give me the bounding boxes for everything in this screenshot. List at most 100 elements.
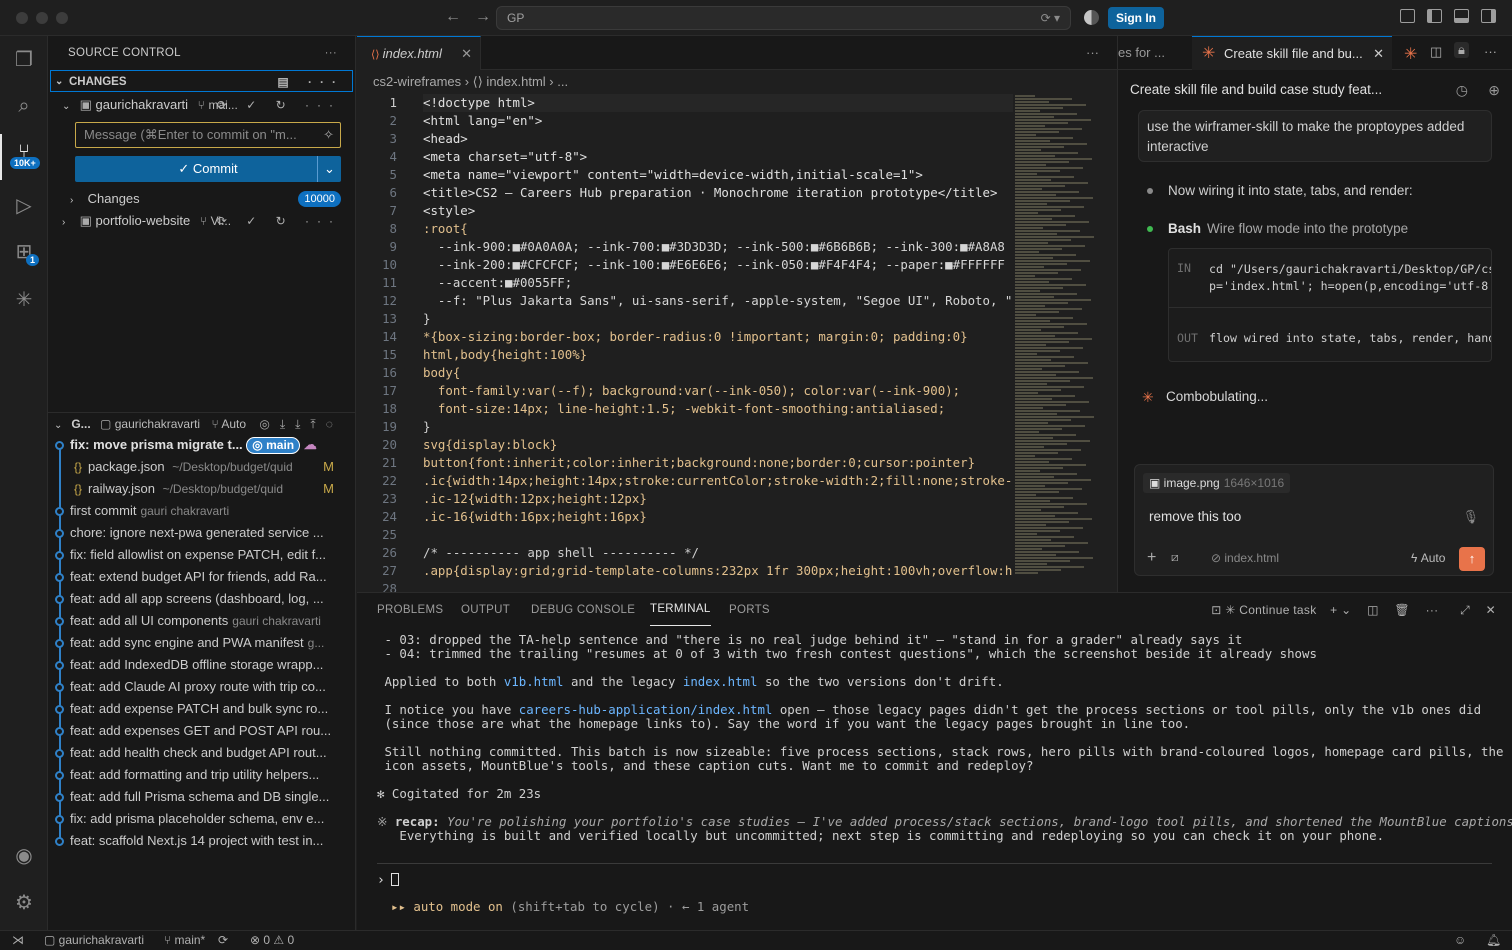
graph-header[interactable]: ⌄ G... ▢ gaurichakravarti ⑂ Auto ◎⤓⤓⤒◌ bbox=[48, 412, 356, 434]
graph-commit-row[interactable]: feat: add Claude AI proxy route with tri… bbox=[48, 676, 348, 698]
repo-row[interactable]: ⌄ ▣ gaurichakravarti ⑂ mai... ⟳ ✓ ↻ ··· bbox=[48, 94, 355, 116]
tab-ports[interactable]: PORTS bbox=[729, 593, 770, 627]
copilot-icon[interactable] bbox=[1084, 10, 1099, 25]
file-link[interactable]: careers-hub-application/index.html bbox=[519, 702, 773, 717]
search-icon[interactable]: ⌕ bbox=[12, 94, 36, 118]
continue-task-label[interactable]: Continue task bbox=[1239, 603, 1316, 617]
account-status[interactable]: ▢ gaurichakravarti bbox=[44, 931, 144, 950]
graph-commit-row[interactable]: feat: add all UI components gauri chakrav… bbox=[48, 610, 348, 632]
branch-pill-main[interactable]: ◎ main bbox=[246, 437, 301, 454]
claude-icon[interactable]: ✳ bbox=[12, 288, 36, 312]
minimize-window-button[interactable] bbox=[36, 12, 48, 24]
tab-terminal[interactable]: TERMINAL bbox=[650, 593, 711, 626]
tab-previous-chat[interactable]: es for ... bbox=[1118, 36, 1190, 70]
bash-tool-call[interactable]: Bash Wire flow mode into the prototype bbox=[1118, 218, 1512, 240]
problems-status[interactable]: ⊗ 0 ⚠ 0 bbox=[250, 931, 294, 950]
new-claude-tab-icon[interactable]: ✳ bbox=[1404, 44, 1417, 64]
mode-selector[interactable]: ϟ Auto bbox=[1411, 551, 1445, 565]
repo-actions[interactable]: ⟳ ✓ ↻ ··· bbox=[217, 94, 341, 116]
toggle-sidebar-icon[interactable] bbox=[1427, 9, 1442, 23]
maximize-panel-icon[interactable]: ⤢ bbox=[1460, 603, 1470, 617]
graph-commit-row[interactable]: feat: add formatting and trip utility he… bbox=[48, 764, 348, 786]
graph-commit-row[interactable]: fix: move prisma migrate t... ◎ main ☁ bbox=[48, 434, 348, 456]
graph-commit-row[interactable]: feat: scaffold Next.js 14 project with t… bbox=[48, 830, 348, 852]
history-icon[interactable]: ◷ bbox=[1456, 70, 1468, 110]
explorer-icon[interactable]: ❐ bbox=[12, 48, 36, 72]
sync-icon[interactable]: ⟳ bbox=[218, 931, 228, 950]
branch-status[interactable]: ⑂ main* bbox=[164, 931, 205, 950]
sparkle-icon[interactable]: ✧ bbox=[323, 123, 334, 147]
code-area[interactable]: 1 <!doctype html> 2 <html lang="en"> 3 <head>… bbox=[357, 94, 1013, 592]
changed-file-row[interactable]: {} railway.json ~/Desktop/budget/quid M bbox=[48, 478, 348, 500]
commit-message-input[interactable]: Message (⌘Enter to commit on "m... ✧ bbox=[75, 122, 341, 148]
changes-group-row[interactable]: › Changes 10000 bbox=[48, 188, 355, 210]
terminal-output[interactable]: - 03: dropped the TA-help sentence and "… bbox=[377, 633, 1512, 843]
section-actions[interactable]: ▤ ··· bbox=[277, 71, 344, 91]
attachment-chip[interactable]: ▣ image.png 1646×1016 bbox=[1143, 473, 1291, 493]
trash-icon[interactable]: 🗑︎ bbox=[1394, 603, 1410, 617]
repo-actions[interactable]: ⟳ ✓ ↻ ··· bbox=[217, 210, 341, 232]
sign-in-button[interactable]: Sign In bbox=[1108, 7, 1164, 29]
graph-commit-row[interactable]: feat: extend budget API for friends, add… bbox=[48, 566, 348, 588]
tab-problems[interactable]: PROBLEMS bbox=[377, 593, 443, 627]
run-debug-icon[interactable]: ▷ bbox=[12, 194, 36, 218]
graph-commit-row[interactable]: feat: add expense PATCH and bulk sync ro… bbox=[48, 698, 348, 720]
graph-commit-row[interactable]: feat: add expenses GET and POST API rou.… bbox=[48, 720, 348, 742]
breadcrumb[interactable]: cs2-wireframes › ⟨⟩ index.html › ... bbox=[357, 70, 1117, 94]
more-icon[interactable]: ··· bbox=[1426, 603, 1439, 617]
minimap[interactable] bbox=[1015, 94, 1103, 592]
customize-layout-icon[interactable] bbox=[1400, 9, 1415, 23]
split-icon[interactable]: ◫ bbox=[1430, 44, 1442, 60]
file-link[interactable]: index.html bbox=[683, 674, 758, 689]
settings-gear-icon[interactable]: ⚙ bbox=[12, 891, 36, 915]
commit-button[interactable]: ✓ Commit ⌄ bbox=[75, 156, 341, 182]
zoom-window-button[interactable] bbox=[56, 12, 68, 24]
commit-dropdown-icon[interactable]: ⌄ bbox=[317, 156, 341, 182]
changed-file-row[interactable]: {} package.json ~/Desktop/budget/quid M bbox=[48, 456, 348, 478]
repo-row[interactable]: › ▣ portfolio-website ⑂ Vi... ⟳ ✓ ↻ ··· bbox=[48, 210, 355, 232]
graph-commit-row[interactable]: feat: add sync engine and PWA manifest g.… bbox=[48, 632, 348, 654]
graph-commit-row[interactable]: feat: add all app screens (dashboard, lo… bbox=[48, 588, 348, 610]
bell-icon[interactable]: 🔔︎ bbox=[1486, 931, 1501, 950]
close-panel-icon[interactable]: ✕ bbox=[1486, 603, 1496, 617]
graph-commit-row[interactable]: fix: add prisma placeholder schema, env … bbox=[48, 808, 348, 830]
graph-commit-row[interactable]: feat: add health check and budget API ro… bbox=[48, 742, 348, 764]
terminal-prompt[interactable]: › bbox=[377, 873, 399, 888]
chat-dropdown-icon[interactable]: ⟳ ▾ bbox=[1041, 7, 1060, 29]
back-arrow-icon[interactable]: ← bbox=[445, 8, 461, 26]
graph-branch[interactable]: Auto bbox=[221, 417, 246, 431]
add-icon[interactable]: + bbox=[1147, 549, 1156, 567]
command-center-search[interactable]: GP ⟳ ▾ bbox=[496, 6, 1071, 30]
editor-more-icon[interactable]: ··· bbox=[1086, 36, 1099, 70]
more-icon[interactable]: ··· bbox=[1484, 44, 1497, 59]
changes-section-header[interactable]: ⌄ CHANGES ▤ ··· bbox=[50, 70, 353, 92]
new-chat-icon[interactable]: ⊕ bbox=[1488, 70, 1500, 110]
graph-commit-row[interactable]: feat: add full Prisma schema and DB sing… bbox=[48, 786, 348, 808]
tab-output[interactable]: OUTPUT bbox=[461, 593, 510, 627]
remote-icon[interactable]: ⋊ bbox=[12, 931, 24, 950]
close-window-button[interactable] bbox=[16, 12, 28, 24]
toggle-panel-icon[interactable] bbox=[1454, 9, 1469, 23]
graph-commit-row[interactable]: feat: add IndexedDB offline storage wrap… bbox=[48, 654, 348, 676]
close-icon[interactable]: ✕ bbox=[461, 37, 472, 71]
graph-commit-row[interactable]: first commit gauri chakravarti bbox=[48, 500, 348, 522]
microphone-icon[interactable]: 🎙︎ bbox=[1462, 509, 1479, 525]
more-actions-icon[interactable]: ··· bbox=[325, 36, 337, 70]
tab-active-chat[interactable]: ✳ Create skill file and bu... ✕ bbox=[1192, 36, 1392, 70]
graph-commit-row[interactable]: fix: field allowlist on expense PATCH, e… bbox=[48, 544, 348, 566]
send-button[interactable]: ↑ bbox=[1459, 547, 1485, 571]
context-file[interactable]: ⊘ index.html bbox=[1211, 551, 1279, 565]
split-terminal-icon[interactable]: ◫ bbox=[1367, 603, 1379, 617]
file-link[interactable]: v1b.html bbox=[504, 674, 564, 689]
graph-commit-row[interactable]: chore: ignore next-pwa generated service… bbox=[48, 522, 348, 544]
lock-icon[interactable]: 🔒︎ bbox=[1454, 42, 1469, 58]
close-icon[interactable]: ✕ bbox=[1373, 37, 1384, 70]
graph-actions[interactable]: ◎⤓⤓⤒◌ bbox=[259, 417, 343, 431]
tab-debug-console[interactable]: DEBUG CONSOLE bbox=[531, 593, 635, 627]
tab-index-html[interactable]: ⟨⟩ index.html ✕ bbox=[357, 36, 481, 70]
slash-command-icon[interactable]: ⧄ bbox=[1171, 550, 1179, 565]
account-icon[interactable]: ◉ bbox=[12, 844, 36, 868]
forward-arrow-icon[interactable]: → bbox=[475, 8, 491, 26]
new-terminal-icon[interactable]: + ⌄ bbox=[1330, 603, 1351, 617]
toggle-secondary-sidebar-icon[interactable] bbox=[1481, 9, 1496, 23]
